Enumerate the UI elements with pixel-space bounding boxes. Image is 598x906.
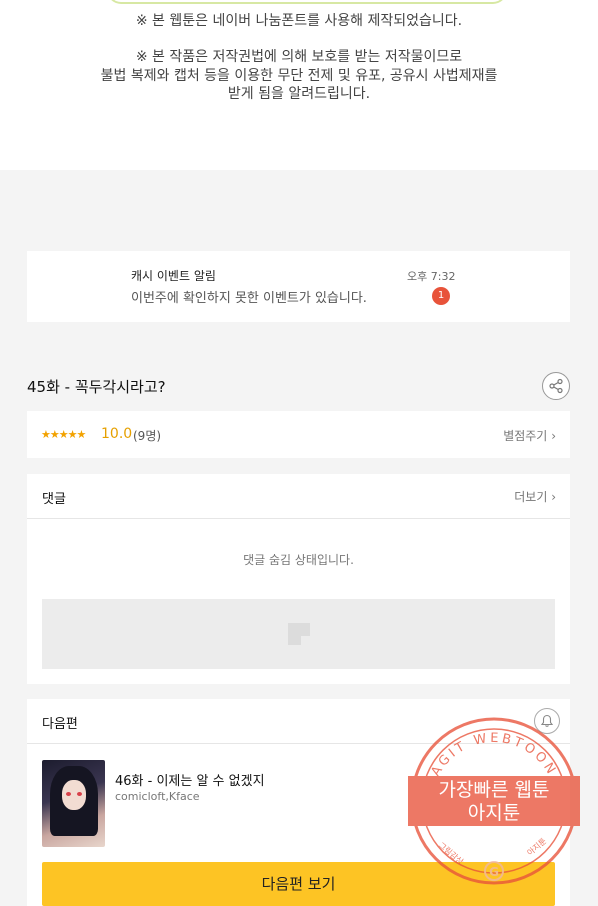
share-button[interactable] [542, 372, 570, 400]
comments-section: 댓글 더보기 › 댓글 숨김 상태입니다. [27, 474, 570, 684]
copyright-line-3: 받게 됨을 알려드립니다. [227, 86, 371, 102]
stamp-line-1: 가장빠른 웹툰 [439, 779, 550, 801]
push-notification-card[interactable]: 캐시 이벤트 알림 이번주에 확인하지 못한 이벤트가 있습니다. 오후 7:3… [27, 251, 570, 322]
image-placeholder-icon [288, 623, 310, 645]
push-time: 오후 7:32 [407, 270, 456, 283]
next-episode-author: comicloft,Kface [115, 790, 200, 803]
stamp-small-right: 아지툰 [525, 836, 548, 858]
star-rating-icons: ★★★★★ [41, 428, 86, 441]
copyright-notice: ※ 본 작품은 저작권법에 의해 보호를 받는 저작물이므로 불법 복제와 캡처… [60, 48, 538, 104]
next-episode-label: 다음편 [42, 717, 78, 732]
copyright-notice-area: ※ 본 웹툰은 네이버 나눔폰트를 사용해 제작되었습니다. ※ 본 작품은 저… [0, 0, 598, 170]
comments-label: 댓글 [42, 492, 66, 507]
copyright-line-2: 불법 복제와 캡처 등을 이용한 무단 전제 및 유포, 공유시 사법제재를 [100, 67, 498, 84]
watermark-stamp: AGIT WEBTOON 가장빠른 웹툰 아지툰 그림감상 아지툰 G [408, 717, 580, 885]
comments-hidden-message: 댓글 숨김 상태입니다. [243, 553, 354, 567]
push-title: 캐시 이벤트 알림 [131, 269, 216, 283]
push-body: 이번주에 확인하지 못한 이벤트가 있습니다. [131, 291, 367, 306]
chevron-right-icon: › [551, 429, 556, 443]
rating-card: ★★★★★ 10.0 (9명) 별점주기 › [27, 411, 570, 458]
stamp-line-2: 아지툰 [468, 802, 520, 824]
stamp-center-mark: G [489, 865, 499, 879]
stamp-arc-text: AGIT WEBTOON [428, 731, 556, 779]
share-icon [549, 378, 563, 394]
next-episode-title[interactable]: 46화 - 이제는 알 수 없겠지 [115, 770, 265, 789]
next-episode-thumbnail[interactable] [42, 760, 105, 847]
chevron-right-icon: › [551, 490, 556, 504]
episode-title: 45화 - 꼭두각시라고? [27, 378, 166, 396]
copyright-line-1: ※ 본 작품은 저작권법에 의해 보호를 받는 저작물이므로 [135, 49, 463, 65]
rate-button[interactable]: 별점주기 › [503, 427, 556, 444]
comments-more-label: 더보기 [514, 490, 548, 504]
comments-more-button[interactable]: 더보기 › [514, 488, 556, 505]
rating-count: (9명) [133, 429, 162, 443]
rating-score: 10.0 [101, 426, 133, 442]
top-divider [107, 0, 507, 4]
ad-placeholder[interactable] [42, 599, 555, 669]
font-notice: ※ 본 웹툰은 네이버 나눔폰트를 사용해 제작되었습니다. [135, 13, 463, 29]
rate-button-label: 별점주기 [503, 429, 548, 443]
unread-badge: 1 [432, 287, 450, 305]
comments-header: 댓글 더보기 › [27, 474, 570, 519]
svg-text:AGIT WEBTOON: AGIT WEBTOON [428, 731, 559, 779]
